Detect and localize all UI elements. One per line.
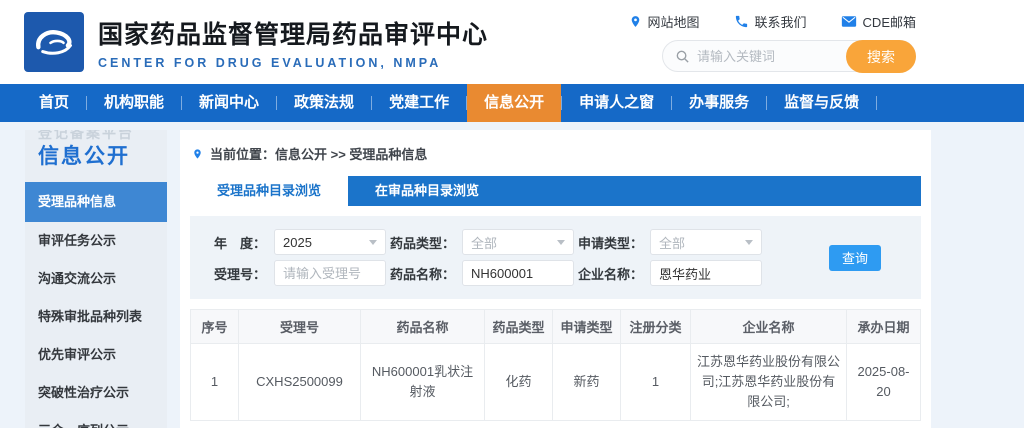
- col-header-acceptance-no: 受理号: [238, 309, 361, 344]
- filter-panel: 年 度： 2025 药品类型： 全部 申请类型： 全部 受理号： 请输入受理号 …: [190, 216, 921, 299]
- col-header-company: 企业名称: [690, 309, 847, 344]
- apply-type-label: 申请类型：: [578, 235, 644, 251]
- sidebar-item-priority-review[interactable]: 优先审评公示: [25, 336, 167, 374]
- nav-item-news[interactable]: 新闻中心: [182, 84, 276, 122]
- col-header-date: 承办日期: [846, 309, 921, 344]
- contact-link[interactable]: 联系我们: [734, 12, 807, 31]
- nav-separator: [876, 96, 878, 110]
- location-pin-icon: [194, 148, 201, 159]
- quick-links: 网站地图 联系我们 CDE邮箱: [629, 12, 916, 31]
- brand-text: 国家药品监督管理局药品审评中心 CENTER FOR DRUG EVALUATI…: [98, 15, 488, 70]
- sidebar-item-accepted-varieties[interactable]: 受理品种信息: [25, 182, 167, 222]
- cde-mail-label: CDE邮箱: [862, 15, 916, 30]
- tab-bar: 受理品种目录浏览 在审品种目录浏览: [190, 176, 921, 206]
- acceptance-no-label: 受理号：: [213, 266, 266, 282]
- company-label: 企业名称：: [578, 266, 644, 282]
- cell-drug-name: NH600001乳状注射液: [360, 342, 485, 422]
- year-value: 2025: [283, 234, 312, 250]
- chevron-down-icon: [369, 239, 377, 245]
- breadcrumb-text: 当前位置：信息公开 >> 受理品种信息: [210, 147, 428, 162]
- drug-name-field: 药品名称：: [390, 260, 574, 286]
- sitemap-link[interactable]: 网站地图: [629, 12, 700, 31]
- apply-type-value: 全部: [659, 235, 686, 251]
- table-row: 1 CXHS2500099 NH600001乳状注射液 化药 新药 1 江苏恩华…: [190, 342, 921, 422]
- sidebar-header: 登记备案平台 信息公开: [25, 130, 167, 182]
- cde-mail-link[interactable]: CDE邮箱: [841, 12, 916, 31]
- pagination: 共 1 条 上一页 1 下一页 10 条/页 到第 页 确定: [190, 421, 921, 428]
- acceptance-no-input[interactable]: [274, 260, 386, 286]
- tab-accepted-catalog[interactable]: 受理品种目录浏览: [190, 176, 349, 206]
- col-header-reg-class: 注册分类: [620, 309, 691, 344]
- nav-item-functions[interactable]: 机构职能: [87, 84, 181, 122]
- sidebar-item-three-in-one[interactable]: 三合一序列公示: [25, 412, 167, 428]
- sidebar-item-communication[interactable]: 沟通交流公示: [25, 260, 167, 298]
- filter-row-1: 年 度： 2025 药品类型： 全部 申请类型： 全部: [202, 229, 909, 255]
- nav-item-services[interactable]: 办事服务: [672, 84, 766, 122]
- main-panel: 当前位置：信息公开 >> 受理品种信息 受理品种目录浏览 在审品种目录浏览 年 …: [180, 130, 931, 428]
- col-header-seq: 序号: [190, 309, 239, 344]
- drug-type-label: 药品类型：: [390, 235, 456, 251]
- nav-item-home[interactable]: 首页: [22, 84, 86, 122]
- tab-under-review-catalog[interactable]: 在审品种目录浏览: [348, 176, 506, 206]
- main-nav: 首页 机构职能 新闻中心 政策法规 党建工作 信息公开 申请人之窗 办事服务 监…: [0, 84, 1024, 122]
- year-select[interactable]: 2025: [274, 229, 386, 255]
- header-right: 网站地图 联系我们 CDE邮箱 搜索: [629, 12, 916, 73]
- sidebar-item-special-approval[interactable]: 特殊审批品种列表: [25, 298, 167, 336]
- year-label: 年 度：: [213, 235, 266, 251]
- sidebar-item-breakthrough-therapy[interactable]: 突破性治疗公示: [25, 374, 167, 412]
- drug-name-label: 药品名称：: [390, 266, 456, 282]
- phone-icon: [735, 15, 747, 28]
- nav-item-party-building[interactable]: 党建工作: [372, 84, 466, 122]
- site-header: 国家药品监督管理局药品审评中心 CENTER FOR DRUG EVALUATI…: [0, 0, 1024, 84]
- map-pin-icon: [631, 16, 639, 27]
- nav-item-policy[interactable]: 政策法规: [277, 84, 371, 122]
- drug-type-select[interactable]: 全部: [462, 229, 574, 255]
- swan-swoosh-icon: [36, 30, 72, 55]
- cell-apply-type: 新药: [552, 342, 621, 422]
- chevron-down-icon: [557, 239, 565, 245]
- brand: 国家药品监督管理局药品审评中心 CENTER FOR DRUG EVALUATI…: [24, 12, 488, 72]
- drug-type-value: 全部: [471, 235, 498, 251]
- nav-item-supervision-feedback[interactable]: 监督与反馈: [767, 84, 876, 122]
- table-header-row: 序号 受理号 药品名称 药品类型 申请类型 注册分类 企业名称 承办日期: [190, 309, 921, 344]
- breadcrumb: 当前位置：信息公开 >> 受理品种信息: [190, 136, 921, 176]
- col-header-drug-name: 药品名称: [360, 309, 485, 344]
- mail-icon: [841, 16, 856, 27]
- site-subtitle: CENTER FOR DRUG EVALUATION, NMPA: [98, 55, 442, 70]
- company-input[interactable]: [650, 260, 762, 286]
- apply-type-field: 申请类型： 全部: [578, 229, 762, 255]
- chevron-down-icon: [745, 239, 753, 245]
- content-area: 登记备案平台 信息公开 受理品种信息 审评任务公示 沟通交流公示 特殊审批品种列…: [0, 122, 1024, 428]
- site-search: 搜索: [662, 40, 916, 73]
- contact-label: 联系我们: [754, 15, 807, 30]
- cell-seq: 1: [190, 342, 239, 422]
- sidebar-title: 信息公开: [38, 145, 130, 168]
- cell-drug-type: 化药: [484, 342, 553, 422]
- results-table: 序号 受理号 药品名称 药品类型 申请类型 注册分类 企业名称 承办日期 1 C…: [190, 309, 921, 422]
- col-header-drug-type: 药品类型: [484, 309, 553, 344]
- drug-type-field: 药品类型： 全部: [390, 229, 574, 255]
- nav-item-applicant-window[interactable]: 申请人之窗: [562, 84, 671, 122]
- query-button[interactable]: 查询: [829, 244, 881, 271]
- cell-reg-class: 1: [620, 342, 691, 422]
- search-icon: [676, 50, 689, 63]
- filter-row-2: 受理号： 药品名称： 企业名称：: [202, 260, 909, 286]
- cell-company: 江苏恩华药业股份有限公司;江苏恩华药业股份有限公司;: [690, 342, 847, 422]
- cell-date: 2025-08-20: [846, 342, 921, 422]
- col-header-apply-type: 申请类型: [552, 309, 621, 344]
- year-field: 年 度： 2025: [202, 229, 386, 255]
- drug-name-input[interactable]: [462, 260, 574, 286]
- sidebar-item-review-tasks[interactable]: 审评任务公示: [25, 222, 167, 260]
- apply-type-select[interactable]: 全部: [650, 229, 762, 255]
- cde-logo: [24, 12, 84, 72]
- search-input[interactable]: [697, 48, 845, 64]
- sitemap-label: 网站地图: [647, 15, 700, 30]
- site-title: 国家药品监督管理局药品审评中心: [98, 20, 489, 49]
- search-button[interactable]: 搜索: [846, 40, 916, 73]
- acceptance-no-field: 受理号：: [202, 260, 386, 286]
- nav-item-info-disclosure[interactable]: 信息公开: [467, 84, 562, 122]
- cell-acceptance-no: CXHS2500099: [238, 342, 361, 422]
- sidebar: 登记备案平台 信息公开 受理品种信息 审评任务公示 沟通交流公示 特殊审批品种列…: [25, 130, 167, 428]
- company-field: 企业名称：: [578, 260, 762, 286]
